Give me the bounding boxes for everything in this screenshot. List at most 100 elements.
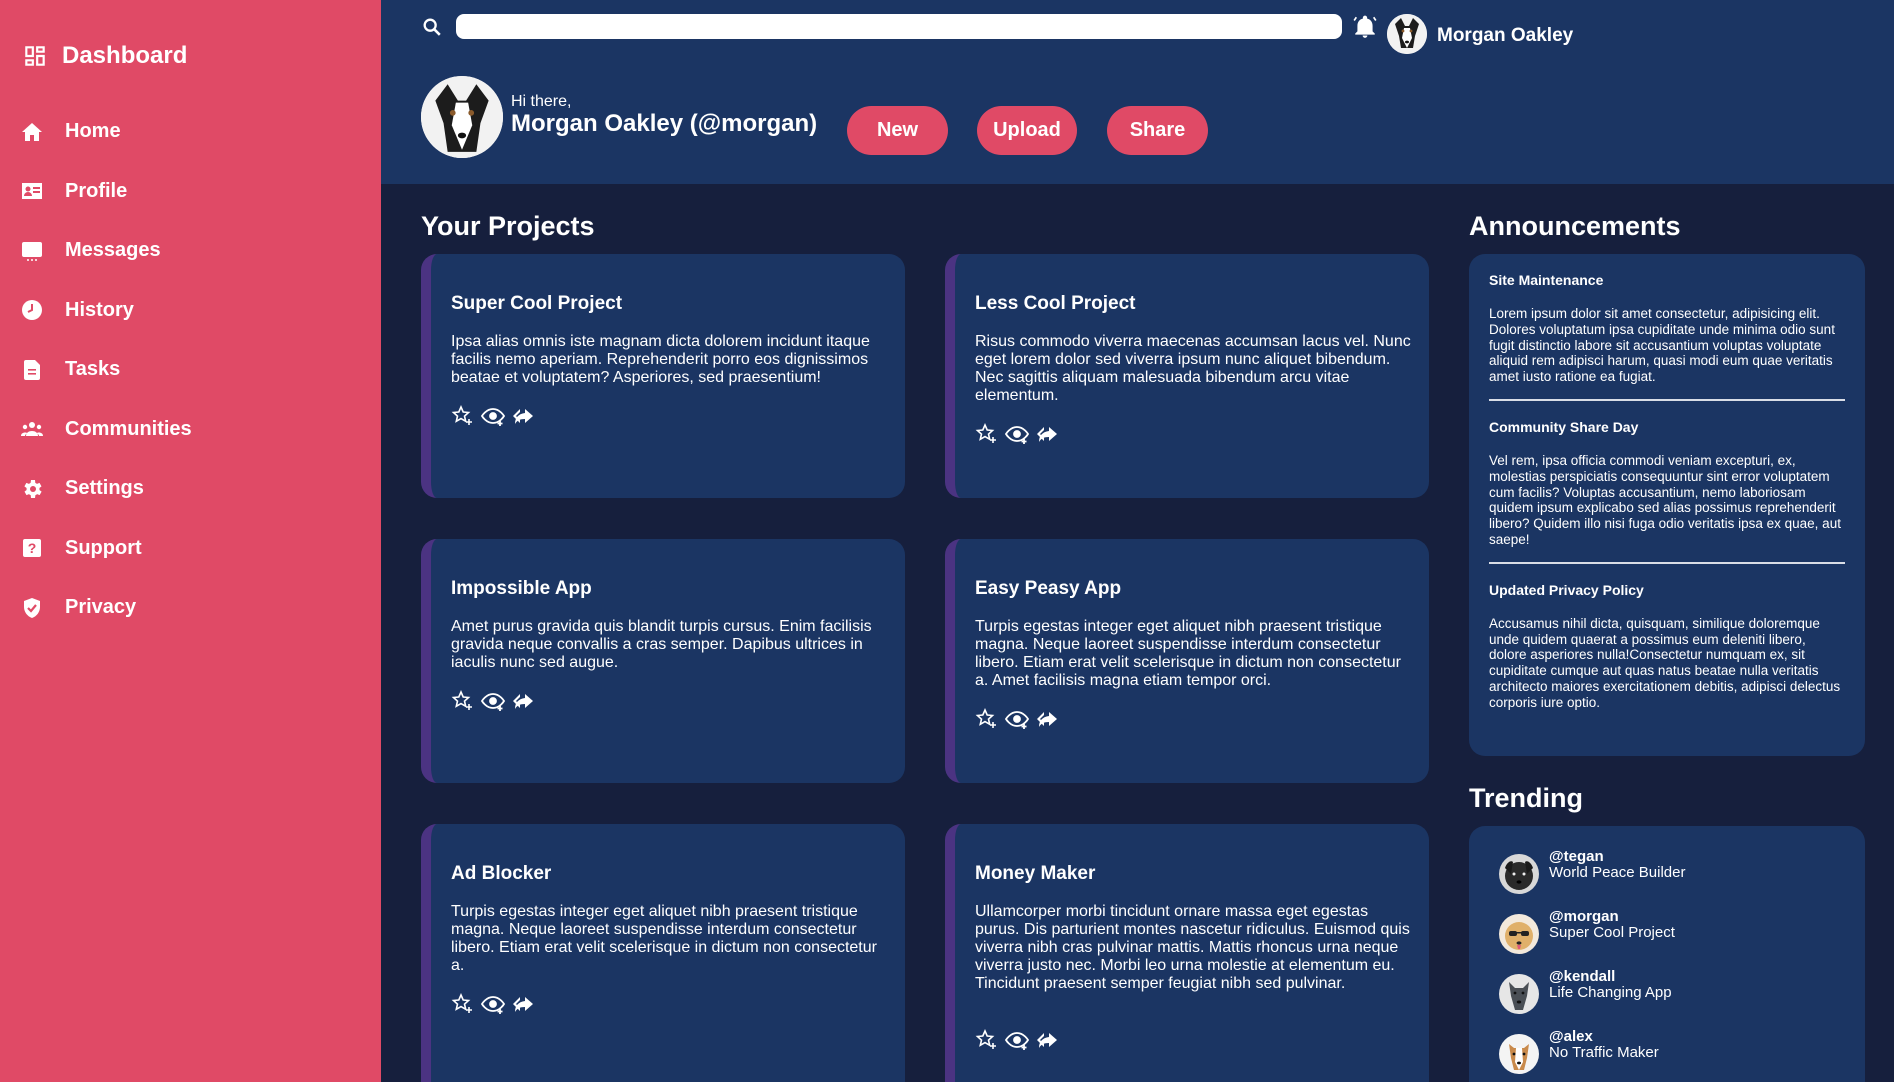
sidebar-item-label: History bbox=[65, 298, 134, 321]
project-title: Impossible App bbox=[451, 578, 592, 599]
sidebar-item-label: Profile bbox=[65, 179, 128, 202]
share-icon[interactable] bbox=[1035, 707, 1059, 731]
avatar bbox=[1499, 854, 1539, 894]
project-card[interactable]: Ad Blocker Turpis egestas integer eget a… bbox=[421, 824, 905, 1082]
project-description: Turpis egestas integer eget aliquet nibh… bbox=[975, 618, 1401, 689]
home-icon bbox=[22, 122, 42, 141]
star-add-icon[interactable] bbox=[451, 689, 475, 713]
project-card[interactable]: Super Cool Project Ipsa alias omnis iste… bbox=[421, 254, 905, 498]
sidebar-item-messages[interactable]: Messages bbox=[20, 221, 360, 281]
sidebar-nav: Home Profile Messages History Tasks Comm… bbox=[20, 102, 360, 638]
sidebar-item-support[interactable]: ? Support bbox=[20, 519, 360, 579]
sidebar-item-privacy[interactable]: Privacy bbox=[20, 578, 360, 638]
projects-title: Your Projects bbox=[421, 211, 595, 241]
project-title: Super Cool Project bbox=[451, 293, 623, 314]
share-icon[interactable] bbox=[511, 689, 535, 713]
project-actions bbox=[451, 992, 535, 1016]
project-actions bbox=[975, 1028, 1059, 1052]
project-title: Less Cool Project bbox=[975, 293, 1136, 314]
announcement-title: Updated Privacy Policy bbox=[1489, 581, 1644, 598]
sidebar-item-label: Tasks bbox=[65, 358, 121, 381]
avatar[interactable] bbox=[1387, 14, 1427, 54]
profile-full-name: Morgan Oakley (@morgan) bbox=[511, 110, 818, 137]
people-icon bbox=[21, 422, 43, 437]
sidebar-item-label: Support bbox=[65, 536, 142, 559]
trending-description: Life Changing App bbox=[1549, 984, 1672, 1001]
trending-item[interactable]: @kendall Life Changing App bbox=[1499, 968, 1839, 1016]
avatar bbox=[1499, 914, 1539, 954]
announcement-item: Updated Privacy Policy Accusamus nihil d… bbox=[1489, 564, 1845, 725]
trending-description: World Peace Builder bbox=[1549, 864, 1686, 881]
sidebar-item-home[interactable]: Home bbox=[20, 102, 360, 162]
trending-item[interactable]: @alex No Traffic Maker bbox=[1499, 1028, 1839, 1076]
project-card[interactable]: Money Maker Ullamcorper morbi tincidunt … bbox=[945, 824, 1429, 1082]
trending-panel: @tegan World Peace Builder @morgan Super… bbox=[1469, 826, 1865, 1082]
watch-icon[interactable] bbox=[481, 689, 505, 713]
share-icon[interactable] bbox=[1035, 1028, 1059, 1052]
sidebar-item-profile[interactable]: Profile bbox=[20, 162, 360, 222]
project-actions bbox=[975, 707, 1059, 731]
clock-icon bbox=[22, 300, 42, 321]
project-description: Amet purus gravida quis blandit turpis c… bbox=[451, 618, 872, 671]
sidebar-item-history[interactable]: History bbox=[20, 281, 360, 341]
star-add-icon[interactable] bbox=[451, 992, 475, 1016]
trending-handle: @kendall bbox=[1549, 968, 1616, 985]
trending-item[interactable]: @tegan World Peace Builder bbox=[1499, 848, 1839, 896]
shield-icon bbox=[24, 597, 40, 618]
file-icon bbox=[24, 359, 40, 380]
project-card[interactable]: Less Cool Project Risus commodo viverra … bbox=[945, 254, 1429, 498]
share-button[interactable]: Share bbox=[1107, 106, 1208, 155]
project-actions bbox=[975, 422, 1059, 446]
profile-avatar[interactable] bbox=[421, 76, 503, 158]
share-icon[interactable] bbox=[511, 992, 535, 1016]
star-add-icon[interactable] bbox=[975, 422, 999, 446]
announcement-item: Site Maintenance Lorem ipsum dolor sit a… bbox=[1489, 254, 1845, 401]
search-icon[interactable] bbox=[421, 16, 443, 38]
dog-avatar-icon bbox=[421, 76, 503, 158]
dog-avatar-icon bbox=[1387, 14, 1427, 54]
project-description: Ipsa alias omnis iste magnam dicta dolor… bbox=[451, 333, 870, 386]
watch-icon[interactable] bbox=[1005, 707, 1029, 731]
announcement-body: Lorem ipsum dolor sit amet consectetur, … bbox=[1489, 306, 1835, 385]
watch-icon[interactable] bbox=[481, 992, 505, 1016]
watch-icon[interactable] bbox=[1005, 1028, 1029, 1052]
watch-icon[interactable] bbox=[481, 404, 505, 428]
star-add-icon[interactable] bbox=[451, 404, 475, 428]
sidebar-item-settings[interactable]: Settings bbox=[20, 459, 360, 519]
trending-handle: @alex bbox=[1549, 1028, 1593, 1045]
sidebar-item-tasks[interactable]: Tasks bbox=[20, 340, 360, 400]
search-input[interactable] bbox=[456, 14, 1342, 39]
bell-icon[interactable] bbox=[1352, 14, 1378, 40]
star-add-icon[interactable] bbox=[975, 1028, 999, 1052]
project-title: Money Maker bbox=[975, 863, 1096, 884]
top-header: Morgan Oakley Hi there, Morgan Oakley (@… bbox=[381, 0, 1894, 184]
dog-avatar-icon bbox=[1499, 914, 1539, 954]
avatar bbox=[1499, 1034, 1539, 1074]
announcements-title: Announcements bbox=[1469, 211, 1681, 241]
dog-avatar-icon bbox=[1499, 854, 1539, 894]
share-icon[interactable] bbox=[1035, 422, 1059, 446]
sidebar-item-label: Settings bbox=[65, 477, 144, 500]
trending-handle: @tegan bbox=[1549, 848, 1604, 865]
dog-avatar-icon bbox=[1499, 974, 1539, 1014]
announcement-title: Site Maintenance bbox=[1489, 272, 1604, 288]
project-card[interactable]: Impossible App Amet purus gravida quis b… bbox=[421, 539, 905, 783]
share-icon[interactable] bbox=[511, 404, 535, 428]
sidebar-item-label: Home bbox=[65, 120, 121, 143]
project-title: Easy Peasy App bbox=[975, 578, 1122, 599]
watch-icon[interactable] bbox=[1005, 422, 1029, 446]
announcement-item: Community Share Day Vel rem, ipsa offici… bbox=[1489, 401, 1845, 564]
new-button[interactable]: New bbox=[847, 106, 948, 155]
upload-button[interactable]: Upload bbox=[977, 106, 1077, 155]
sidebar-brand[interactable]: Dashboard bbox=[22, 42, 187, 70]
project-description: Ullamcorper morbi tincidunt ornare massa… bbox=[975, 903, 1410, 992]
top-user-name[interactable]: Morgan Oakley bbox=[1437, 25, 1573, 47]
sidebar-item-communities[interactable]: Communities bbox=[20, 400, 360, 460]
sidebar-item-label: Privacy bbox=[65, 596, 137, 619]
project-card[interactable]: Easy Peasy App Turpis egestas integer eg… bbox=[945, 539, 1429, 783]
gear-icon bbox=[24, 479, 42, 498]
dog-avatar-icon bbox=[1499, 1034, 1539, 1074]
announcement-body: Vel rem, ipsa officia commodi veniam exc… bbox=[1489, 452, 1841, 547]
star-add-icon[interactable] bbox=[975, 707, 999, 731]
trending-item[interactable]: @morgan Super Cool Project bbox=[1499, 908, 1839, 956]
